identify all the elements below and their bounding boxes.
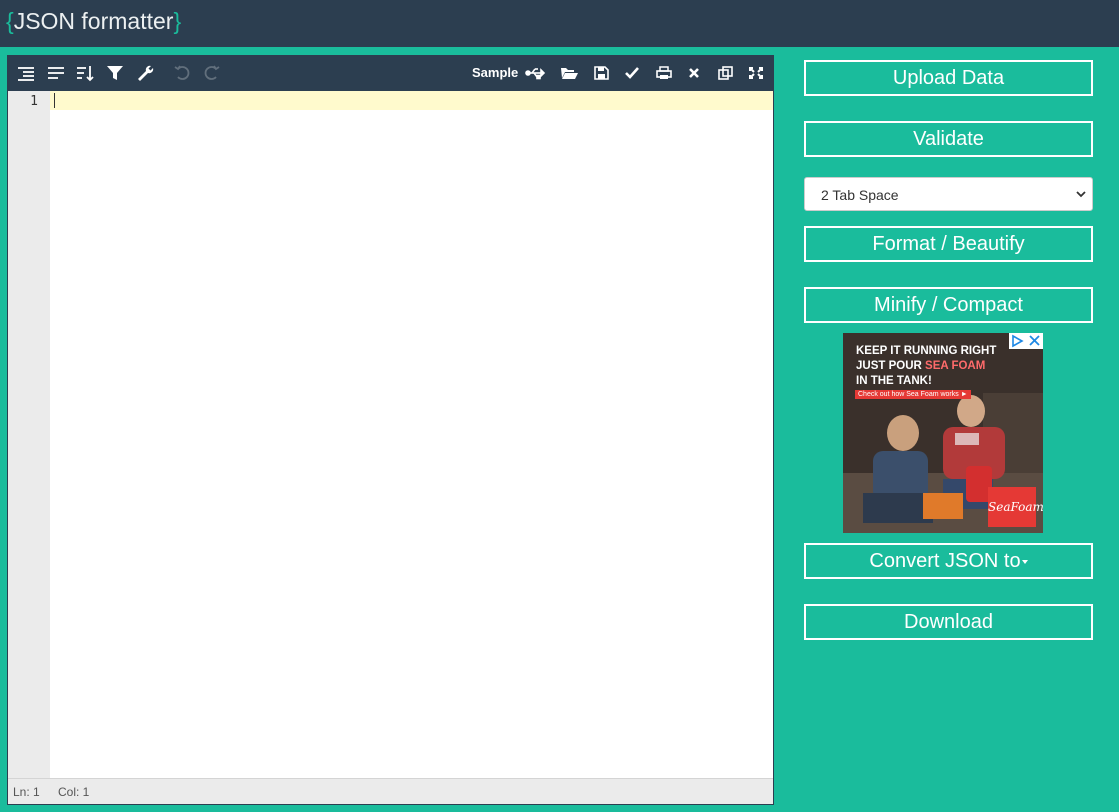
line-number: 1 bbox=[30, 94, 38, 109]
fullscreen-icon[interactable] bbox=[745, 63, 767, 83]
logo-brace-close: } bbox=[173, 8, 182, 34]
convert-json-button[interactable]: Convert JSON to bbox=[804, 543, 1093, 579]
status-line: Ln: 1 bbox=[13, 785, 40, 799]
check-icon[interactable] bbox=[621, 63, 643, 83]
json-editor: Sample 1 Ln: 1 Col: 1 bbox=[7, 55, 774, 805]
code-input-area[interactable] bbox=[50, 91, 773, 779]
save-icon[interactable] bbox=[590, 63, 612, 83]
usb-icon[interactable] bbox=[524, 63, 546, 83]
validate-button[interactable]: Validate bbox=[804, 121, 1093, 157]
status-column: Col: 1 bbox=[58, 785, 90, 799]
ad-brand-logo: SeaFoam bbox=[988, 487, 1043, 527]
upload-data-button[interactable]: Upload Data bbox=[804, 60, 1093, 96]
line-gutter: 1 bbox=[8, 91, 50, 779]
minify-compact-button[interactable]: Minify / Compact bbox=[804, 287, 1093, 323]
editor-toolbar: Sample bbox=[8, 56, 773, 91]
download-button[interactable]: Download bbox=[804, 604, 1093, 640]
filter-icon[interactable] bbox=[104, 63, 126, 83]
convert-json-label: Convert JSON to bbox=[869, 550, 1021, 572]
ad-line-1: KEEP IT RUNNING RIGHT bbox=[856, 345, 997, 357]
undo-icon[interactable] bbox=[172, 63, 194, 83]
ad-badges bbox=[1009, 333, 1043, 349]
chevron-down-icon bbox=[1076, 187, 1086, 204]
folder-open-icon[interactable] bbox=[558, 63, 580, 83]
ad-line-2b: SEA FOAM bbox=[925, 360, 986, 372]
ad-line-2a: JUST POUR bbox=[856, 360, 922, 372]
ad-line-3: IN THE TANK! bbox=[856, 375, 932, 387]
print-icon[interactable] bbox=[653, 63, 675, 83]
ad-headline: KEEP IT RUNNING RIGHT JUST POUR SEA FOAM… bbox=[856, 344, 996, 389]
text-cursor bbox=[54, 93, 55, 108]
logo-title: JSON formatter bbox=[13, 8, 174, 34]
wrench-icon[interactable] bbox=[134, 63, 156, 83]
indent-select-value: 2 Tab Space bbox=[821, 187, 899, 203]
compact-icon[interactable] bbox=[45, 63, 67, 83]
format-beautify-button[interactable]: Format / Beautify bbox=[804, 226, 1093, 262]
advertisement[interactable]: KEEP IT RUNNING RIGHT JUST POUR SEA FOAM… bbox=[843, 333, 1043, 533]
status-bar: Ln: 1 Col: 1 bbox=[8, 778, 773, 804]
ad-choices-icon[interactable] bbox=[1009, 333, 1043, 349]
clear-icon[interactable] bbox=[683, 63, 705, 83]
redo-icon[interactable] bbox=[200, 63, 222, 83]
sort-icon[interactable] bbox=[74, 63, 96, 83]
sample-button[interactable]: Sample bbox=[472, 65, 518, 80]
ad-cta-link[interactable]: Check out how Sea Foam works ► bbox=[855, 390, 971, 399]
logo-brace-open: { bbox=[6, 8, 14, 34]
indent-select[interactable]: 2 Tab Space bbox=[804, 177, 1093, 211]
caret-down-icon bbox=[1021, 559, 1028, 564]
copy-icon[interactable] bbox=[714, 63, 736, 83]
format-icon[interactable] bbox=[15, 63, 37, 83]
top-navbar: {JSON formatter} bbox=[0, 0, 1119, 47]
app-logo[interactable]: {JSON formatter} bbox=[6, 8, 181, 35]
active-line-highlight bbox=[50, 91, 773, 110]
